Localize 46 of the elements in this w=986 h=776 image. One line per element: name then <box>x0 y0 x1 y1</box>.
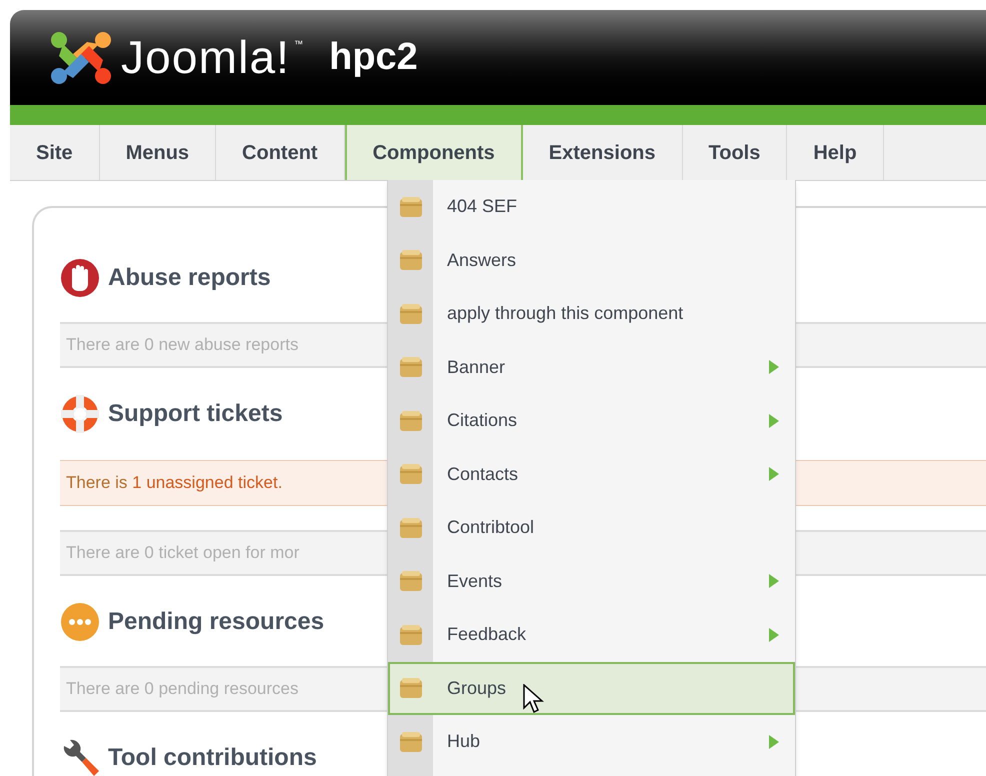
section-title: Pending resources <box>108 607 324 637</box>
box-icon <box>399 355 423 380</box>
menu-item[interactable]: Contribtool <box>388 501 795 554</box>
submenu-arrow-icon <box>769 414 779 428</box>
notice-text: There are 0 ticket open for mor <box>66 542 300 564</box>
menu-item[interactable]: Contacts <box>388 448 795 501</box>
section-title: Support tickets <box>108 399 283 429</box>
box-icon <box>399 248 423 272</box>
trademark: ™ <box>294 38 304 51</box>
submenu-arrow-icon <box>769 734 779 749</box>
cursor-icon <box>523 684 545 716</box>
more-icon <box>60 602 100 642</box>
section-title: Abuse reports <box>108 263 271 293</box>
menu-tab[interactable]: Site <box>10 125 100 180</box>
hand-icon <box>60 258 100 298</box>
menu-item[interactable]: 404 SEF <box>388 180 795 234</box>
box-icon <box>399 302 423 326</box>
box-icon <box>399 408 423 433</box>
notice-text: There are 0 new abuse reports <box>66 334 298 356</box>
submenu-arrow-icon <box>769 628 779 642</box>
menu-item[interactable]: Hub <box>388 715 795 768</box>
menu-item[interactable]: Banner <box>388 340 795 394</box>
box-icon <box>399 569 423 594</box>
notice-text: There is 1 unassigned ticket. <box>66 472 282 494</box>
submenu-arrow-icon <box>769 360 779 374</box>
section-title: Tool contributions <box>108 743 317 773</box>
menu-item[interactable]: Events <box>388 554 795 608</box>
box-icon <box>399 676 423 700</box>
site-name: hpc2 <box>329 35 418 80</box>
menu-item[interactable]: Answers <box>388 234 795 287</box>
menu-item[interactable]: apply through this component <box>388 287 795 340</box>
box-icon <box>399 730 423 754</box>
menu-item[interactable]: Feedback <box>388 608 795 662</box>
box-icon <box>399 516 423 540</box>
notice-text: There are 0 pending resources <box>66 678 298 700</box>
brand-name: Joomla! <box>121 30 290 85</box>
lifebuoy-icon <box>60 394 100 434</box>
box-icon <box>399 462 423 486</box>
menu-item[interactable]: Citations <box>388 394 795 448</box>
box-icon <box>399 194 423 219</box>
menu-tab[interactable]: Components <box>344 125 523 180</box>
submenu-arrow-icon <box>769 467 779 482</box>
menu-tab[interactable]: Menus <box>100 125 216 180</box>
menu-item[interactable]: Groups <box>388 662 795 715</box>
submenu-arrow-icon <box>769 574 779 588</box>
box-icon <box>399 622 423 647</box>
